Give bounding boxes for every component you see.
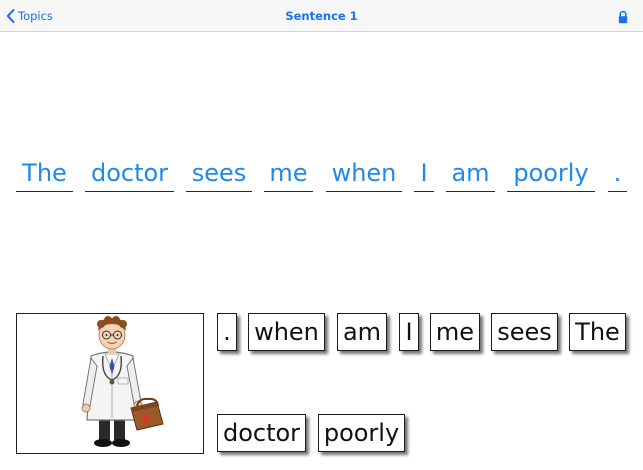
sentence-slot[interactable]: sees xyxy=(186,155,252,192)
word-tile[interactable]: The xyxy=(569,313,626,351)
slot-word: The xyxy=(22,159,67,187)
sentence-slot[interactable]: . xyxy=(608,155,627,192)
word-tile[interactable]: . xyxy=(217,313,237,351)
tile-word: The xyxy=(575,318,620,346)
tile-word: when xyxy=(254,318,319,346)
sentence-slot[interactable]: doctor xyxy=(85,155,174,192)
tile-word: I xyxy=(405,318,413,346)
picture-card xyxy=(16,313,204,454)
sentence-slot[interactable]: poorly xyxy=(507,155,595,192)
slot-word: when xyxy=(331,159,397,187)
tile-word: doctor xyxy=(222,419,301,447)
tile-word: am xyxy=(342,318,382,346)
tile-word: poorly xyxy=(323,419,400,447)
sentence-slot[interactable]: am xyxy=(446,155,495,192)
navigation-bar: Topics Sentence 1 xyxy=(0,0,643,32)
tile-word: sees xyxy=(497,318,552,346)
tile-word: . xyxy=(223,318,231,346)
tile-word: me xyxy=(435,318,475,346)
word-tile[interactable]: am xyxy=(337,313,387,351)
slot-word: me xyxy=(269,159,308,187)
slot-word: I xyxy=(420,159,428,187)
sentence-slot[interactable]: me xyxy=(264,155,313,192)
sentence-slot[interactable]: I xyxy=(414,155,434,192)
slot-word: poorly xyxy=(513,159,589,187)
lock-button[interactable] xyxy=(616,9,630,24)
page-title: Sentence 1 xyxy=(285,9,358,23)
slot-word: am xyxy=(451,159,490,187)
word-tile[interactable]: I xyxy=(399,313,419,351)
word-tile[interactable]: doctor xyxy=(217,414,306,452)
sentence-slot[interactable]: when xyxy=(326,155,402,192)
slot-word: doctor xyxy=(90,159,169,187)
word-tile[interactable]: sees xyxy=(491,313,558,351)
sentence-slot[interactable]: The xyxy=(16,155,73,192)
word-tile[interactable]: me xyxy=(430,313,480,351)
lock-icon xyxy=(618,10,628,24)
slot-word: sees xyxy=(191,159,247,187)
doctor-illustration xyxy=(81,316,164,447)
word-tile[interactable]: when xyxy=(248,313,325,351)
slot-word: . xyxy=(613,159,622,187)
word-tile[interactable]: poorly xyxy=(318,414,405,452)
